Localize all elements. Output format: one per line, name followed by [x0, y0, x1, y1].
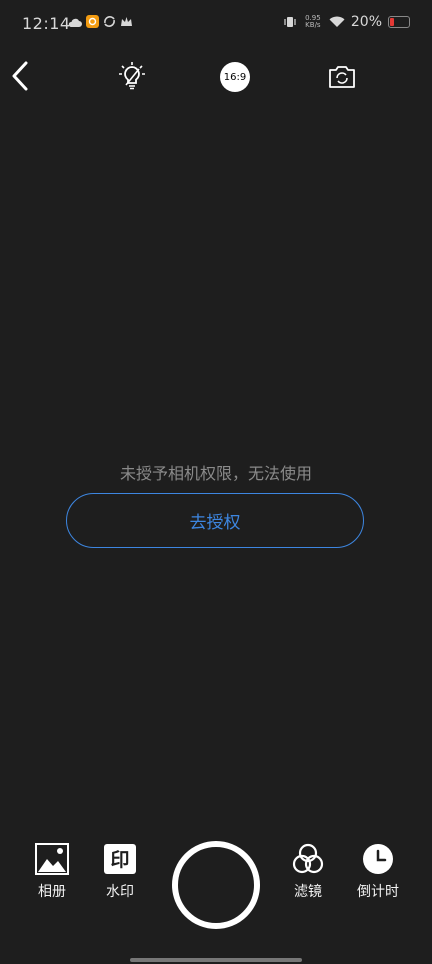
sync-icon — [104, 16, 115, 27]
net-speed-unit: KB/s — [305, 21, 321, 29]
filter-label: 滤镜 — [294, 884, 322, 900]
stamp-glyph: 印 — [110, 849, 129, 871]
album-label: 相册 — [38, 884, 66, 900]
battery-percent: 20% — [350, 14, 382, 30]
aspect-ratio-button[interactable]: 16:9 — [220, 62, 250, 92]
flash-toggle-button[interactable] — [114, 58, 150, 94]
filter-icon — [292, 843, 324, 874]
battery-icon — [388, 16, 410, 28]
clock-icon — [363, 844, 393, 874]
home-indicator[interactable] — [130, 958, 302, 962]
app-notification-icon — [86, 15, 99, 28]
filter-button[interactable]: 滤镜 — [278, 843, 338, 901]
cloud-icon — [68, 18, 82, 27]
status-time: 12:14 — [22, 14, 71, 33]
album-button[interactable]: 相册 — [22, 843, 82, 901]
vibrate-icon — [284, 17, 296, 27]
timer-button[interactable]: 倒计时 — [348, 843, 408, 901]
timer-label: 倒计时 — [357, 884, 399, 900]
crown-icon — [121, 16, 132, 26]
shutter-button[interactable] — [172, 841, 260, 929]
status-right-icons: 0.95 KB/s 20% — [283, 14, 410, 30]
watermark-label: 水印 — [106, 884, 134, 900]
watermark-button[interactable]: 印 水印 — [90, 843, 150, 901]
switch-camera-button[interactable] — [324, 58, 360, 94]
camera-toolbar: 16:9 — [0, 52, 432, 100]
stamp-icon: 印 — [104, 844, 136, 874]
status-left-icons — [68, 15, 133, 28]
grant-permission-button[interactable]: 去授权 — [66, 493, 364, 548]
chevron-left-icon — [12, 61, 28, 91]
image-icon — [35, 843, 69, 875]
permission-message: 未授予相机权限，无法使用 — [119, 464, 312, 483]
bulb-icon — [119, 62, 145, 90]
camera-switch-icon — [329, 66, 355, 88]
status-bar: 12:14 0.95 KB/s 20% — [0, 0, 432, 50]
wifi-icon — [329, 16, 345, 27]
back-button[interactable] — [6, 58, 34, 94]
network-speed: 0.95 KB/s — [303, 15, 323, 29]
